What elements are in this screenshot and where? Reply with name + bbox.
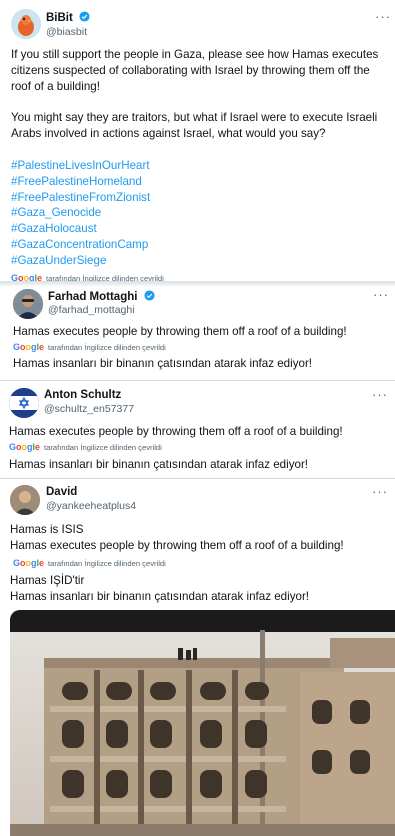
- post-body-line: If you still support the people in Gaza,…: [11, 48, 379, 61]
- author-name[interactable]: David: [46, 486, 77, 498]
- translated-text-line: Hamas insanları bir binanın çatısından a…: [10, 589, 310, 603]
- translated-text: Hamas insanları bir binanın çatısından a…: [9, 458, 309, 471]
- translated-text: Hamas IŞİD'tir Hamas insanları bir binan…: [10, 573, 309, 605]
- author-name[interactable]: Farhad Mottaghi: [48, 290, 155, 303]
- hashtag-link[interactable]: #FreePalestineFromZionist: [11, 190, 150, 206]
- author-name-text: Farhad Mottaghi: [48, 291, 138, 303]
- author-handle[interactable]: @biasbit: [46, 26, 87, 38]
- author-handle[interactable]: @yankeeheatplus4: [46, 500, 136, 512]
- translated-text-line: Hamas IŞİD'tir: [10, 574, 85, 587]
- more-options-icon[interactable]: ···: [373, 287, 389, 302]
- author-name-text: BiBit: [46, 12, 73, 24]
- avatar-david[interactable]: [10, 485, 40, 515]
- more-options-icon[interactable]: ···: [372, 387, 388, 402]
- hashtag-list: #PalestineLivesInOurHeart #FreePalestine…: [11, 158, 150, 269]
- avatar-farhad[interactable]: [13, 289, 43, 319]
- post-anton: Anton Schultz @schultz_en57377 ··· Hamas…: [0, 381, 395, 478]
- hashtag-link[interactable]: #Gaza_Genocide: [11, 205, 150, 221]
- translation-notice[interactable]: Google tarafından İngilizce dilinden çevr…: [13, 558, 166, 568]
- post-farhad: Farhad Mottaghi @farhad_mottaghi ··· Ham…: [0, 284, 395, 380]
- post-body-line: roof of a building!: [11, 79, 100, 93]
- hashtag-link[interactable]: #GazaHolocaust: [11, 221, 150, 237]
- post-body: If you still support the people in Gaza,…: [11, 47, 378, 142]
- post-text: Hamas is ISIS Hamas executes people by t…: [10, 522, 344, 554]
- post-text-line: Hamas executes people by throwing them o…: [10, 538, 344, 552]
- hashtag-link[interactable]: #FreePalestineHomeland: [11, 174, 150, 190]
- verified-badge-icon: [79, 11, 90, 22]
- post-body-line: Arabs involved in actions against Israel…: [11, 126, 326, 140]
- media-video[interactable]: [10, 610, 395, 836]
- translation-notice-text: tarafından İngilizce dilinden çevrildi: [44, 443, 162, 452]
- post-body-line: [11, 94, 378, 110]
- translation-notice-text: tarafından İngilizce dilinden çevrildi: [48, 559, 166, 568]
- translated-text: Hamas insanları bir binanın çatısından a…: [13, 357, 313, 370]
- author-handle[interactable]: @farhad_mottaghi: [48, 304, 135, 316]
- google-logo: Google: [9, 442, 41, 452]
- post-text-line: Hamas is ISIS: [10, 523, 84, 536]
- post-bibit: BiBit @biasbit ··· If you still support …: [0, 0, 395, 283]
- post-body-line: citizens suspected of collaborating with…: [11, 63, 370, 77]
- more-options-icon[interactable]: ···: [372, 484, 388, 499]
- hashtag-link[interactable]: #GazaConcentrationCamp: [11, 237, 150, 253]
- hashtag-link[interactable]: #PalestineLivesInOurHeart: [11, 158, 150, 174]
- avatar-person-icon: [13, 289, 43, 319]
- translation-notice[interactable]: Google tarafından İngilizce dilinden çevr…: [13, 342, 166, 352]
- post-text: Hamas executes people by throwing them o…: [13, 325, 347, 338]
- author-name[interactable]: Anton Schultz: [44, 389, 121, 401]
- avatar-anton[interactable]: [9, 388, 39, 418]
- avatar-bird-icon: [11, 9, 41, 39]
- building-photo: [10, 610, 395, 836]
- hashtag-link[interactable]: #GazaUnderSiege: [11, 253, 150, 269]
- author-handle[interactable]: @schultz_en57377: [44, 403, 134, 415]
- post-david: David @yankeeheatplus4 ··· Hamas is ISIS…: [0, 479, 395, 836]
- google-logo: Google: [13, 558, 45, 568]
- author-name[interactable]: BiBit: [46, 11, 90, 24]
- verified-badge-icon: [144, 290, 155, 301]
- google-logo: Google: [13, 342, 45, 352]
- more-options-icon[interactable]: ···: [375, 9, 391, 24]
- avatar-person-icon: [10, 485, 40, 515]
- translation-notice-text: tarafından İngilizce dilinden çevrildi: [48, 343, 166, 352]
- translation-notice[interactable]: Google tarafından İngilizce dilinden çevr…: [9, 442, 162, 452]
- post-body-line: You might say they are traitors, but wha…: [11, 111, 378, 125]
- avatar-bibit[interactable]: [11, 9, 41, 39]
- avatar-star-flag-icon: [9, 388, 39, 418]
- post-text: Hamas executes people by throwing them o…: [9, 425, 343, 438]
